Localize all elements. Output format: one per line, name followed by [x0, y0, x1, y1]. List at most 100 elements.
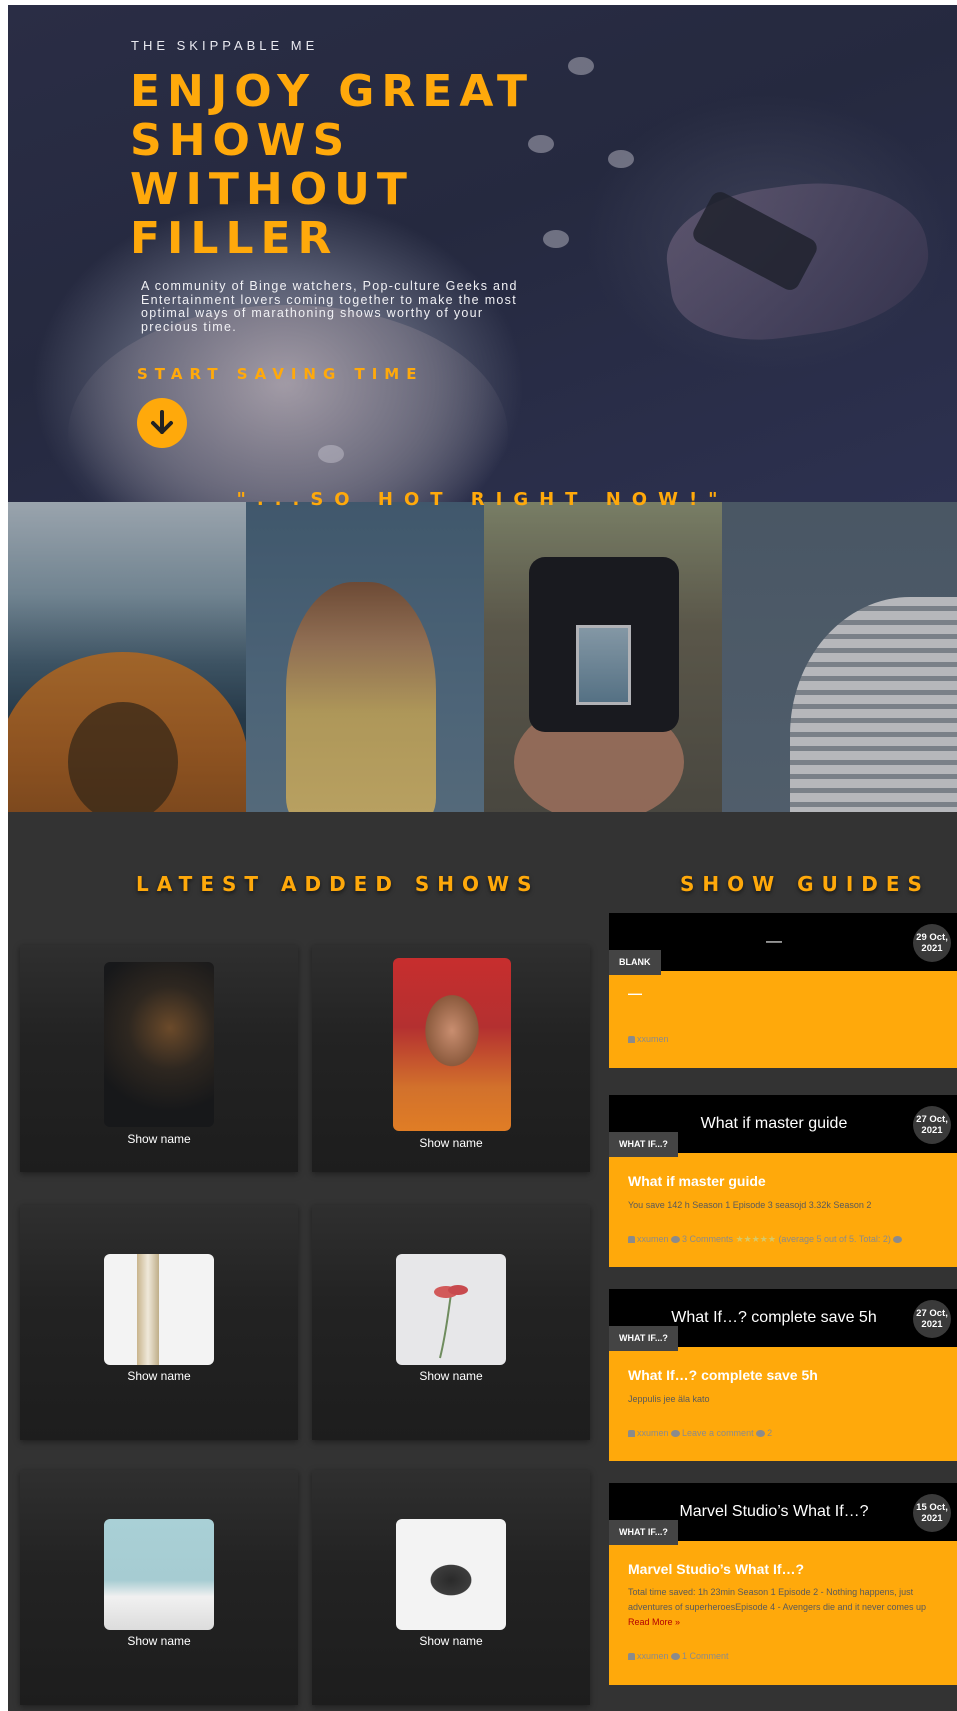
arrow-down-icon: [151, 410, 173, 434]
page: THE SKIPPABLE ME ENJOY GREAT SHOWS WITHO…: [8, 5, 957, 1711]
latest-shows-title: LATEST ADDED SHOWS: [136, 872, 540, 896]
comment-count: 2: [767, 1428, 773, 1438]
popcorn-image: [318, 445, 344, 463]
start-saving-time-link[interactable]: START SAVING TIME: [137, 365, 423, 383]
guide-meta: xxumen: [628, 1034, 948, 1044]
rating-stars[interactable]: ★★★★★: [736, 1234, 776, 1244]
comments-link[interactable]: 1 Comment: [682, 1651, 729, 1661]
guide-header-title[interactable]: What if master guide: [629, 1115, 919, 1133]
show-name: Show name: [127, 1634, 191, 1648]
show-thumbnail: [104, 1519, 214, 1630]
rating-text: (average 5 out of 5. Total: 2): [778, 1234, 891, 1244]
category-badge[interactable]: WHAT IF...?: [609, 1132, 678, 1157]
site-tagline: THE SKIPPABLE ME: [131, 38, 319, 53]
show-card[interactable]: Show name: [312, 1470, 590, 1705]
user-icon: [628, 1430, 635, 1437]
hero-title-line: ENJOY GREAT: [130, 66, 534, 117]
hot-right-now-gallery: [8, 502, 957, 812]
date-year: 2021: [921, 943, 943, 954]
show-guides-title: SHOW GUIDES: [680, 872, 930, 896]
user-icon: [628, 1036, 635, 1043]
date-day-month: 27 Oct,: [916, 1114, 948, 1125]
comment-count-icon: [893, 1236, 903, 1243]
user-icon: [628, 1236, 635, 1243]
guide-card[interactable]: — 29 Oct, 2021 BLANK — xxumen: [609, 913, 957, 1068]
hero-description: A community of Binge watchers, Pop-cultu…: [141, 279, 518, 334]
comments-link[interactable]: 3 Comments: [682, 1234, 733, 1244]
show-card[interactable]: Show name: [20, 1470, 298, 1705]
guide-header-title[interactable]: Marvel Studio’s What If…?: [629, 1503, 919, 1521]
show-thumbnail: [396, 1519, 506, 1630]
guide-title[interactable]: What if master guide: [628, 1173, 766, 1189]
guide-header-title[interactable]: —: [629, 933, 919, 951]
hero-title: ENJOY GREAT SHOWS WITHOUT FILLER: [130, 67, 570, 263]
show-name: Show name: [419, 1369, 483, 1383]
popcorn-image: [608, 150, 634, 168]
hero-title-line: SHOWS: [130, 115, 352, 166]
guide-card-body: — xxumen: [609, 971, 957, 1068]
show-name: Show name: [419, 1136, 483, 1150]
flower-icon: [434, 1285, 468, 1359]
comments-icon: [671, 1430, 681, 1437]
guide-meta: xxumen Leave a comment 2: [628, 1428, 948, 1438]
show-name: Show name: [127, 1132, 191, 1146]
read-more-link[interactable]: Read More »: [628, 1617, 680, 1627]
date-day-month: 15 Oct,: [916, 1502, 948, 1513]
author-link[interactable]: xxumen: [637, 1234, 669, 1244]
author-link[interactable]: xxumen: [637, 1428, 669, 1438]
comments-icon: [671, 1653, 681, 1660]
hero-section: THE SKIPPABLE ME ENJOY GREAT SHOWS WITHO…: [8, 5, 957, 502]
date-day-month: 27 Oct,: [916, 1308, 948, 1319]
date-badge: 29 Oct, 2021: [913, 924, 951, 962]
show-card[interactable]: Show name: [20, 1205, 298, 1440]
show-thumbnail: [393, 958, 511, 1131]
guide-meta: xxumen 1 Comment: [628, 1651, 948, 1661]
guide-card[interactable]: What if master guide 27 Oct, 2021 WHAT I…: [609, 1095, 957, 1267]
popcorn-bowl-image: [68, 305, 508, 502]
show-thumbnail: [104, 962, 214, 1127]
guide-card-body: What If…? complete save 5h Jeppulis jee …: [609, 1347, 957, 1461]
date-day-month: 29 Oct,: [916, 932, 948, 943]
show-name: Show name: [127, 1369, 191, 1383]
date-badge: 15 Oct, 2021: [913, 1494, 951, 1532]
date-badge: 27 Oct, 2021: [913, 1106, 951, 1144]
guide-excerpt: You save 142 h Season 1 Episode 3 seasoj…: [628, 1200, 872, 1210]
show-name: Show name: [419, 1634, 483, 1648]
guide-excerpt: Jeppulis jee äla kato: [628, 1394, 710, 1404]
gallery-overlay: [8, 502, 957, 812]
hero-title-line: FILLER: [130, 213, 339, 264]
show-card[interactable]: Show name: [312, 1205, 590, 1440]
show-thumbnail: [104, 1254, 214, 1365]
scroll-down-button[interactable]: [137, 398, 187, 448]
guide-card-body: Marvel Studio’s What If…? Total time sav…: [609, 1541, 957, 1685]
guide-header-title[interactable]: What If…? complete save 5h: [629, 1309, 919, 1327]
guide-title[interactable]: What If…? complete save 5h: [628, 1367, 818, 1383]
date-badge: 27 Oct, 2021: [913, 1300, 951, 1338]
date-year: 2021: [921, 1125, 943, 1136]
guide-meta: xxumen 3 Comments ★★★★★ (average 5 out o…: [628, 1234, 948, 1245]
category-badge[interactable]: WHAT IF...?: [609, 1326, 678, 1351]
category-badge[interactable]: WHAT IF...?: [609, 1520, 678, 1545]
show-card[interactable]: Show name: [312, 945, 590, 1172]
author-link[interactable]: xxumen: [637, 1651, 669, 1661]
category-badge[interactable]: BLANK: [609, 950, 661, 975]
guide-card-body: What if master guide You save 142 h Seas…: [609, 1153, 957, 1267]
author-link[interactable]: xxumen: [637, 1034, 669, 1044]
popcorn-image: [568, 57, 594, 75]
guide-excerpt-text: Total time saved: 1h 23min Season 1 Epis…: [628, 1587, 927, 1612]
hot-right-now-title: "...SO HOT RIGHT NOW!": [236, 489, 729, 510]
comments-link[interactable]: Leave a comment: [682, 1428, 754, 1438]
user-icon: [628, 1653, 635, 1660]
date-year: 2021: [921, 1319, 943, 1330]
comment-count-icon: [756, 1430, 766, 1437]
show-thumbnail: [396, 1254, 506, 1365]
guide-title[interactable]: —: [628, 985, 642, 1001]
guide-card[interactable]: Marvel Studio’s What If…? 15 Oct, 2021 W…: [609, 1483, 957, 1685]
show-card[interactable]: Show name: [20, 945, 298, 1172]
guide-title[interactable]: Marvel Studio’s What If…?: [628, 1561, 804, 1577]
hero-title-line: WITHOUT: [130, 164, 414, 215]
guide-card[interactable]: What If…? complete save 5h 27 Oct, 2021 …: [609, 1289, 957, 1461]
comments-icon: [671, 1236, 681, 1243]
guide-card-header: — 29 Oct, 2021: [609, 913, 957, 971]
guide-excerpt: Total time saved: 1h 23min Season 1 Epis…: [628, 1585, 928, 1630]
